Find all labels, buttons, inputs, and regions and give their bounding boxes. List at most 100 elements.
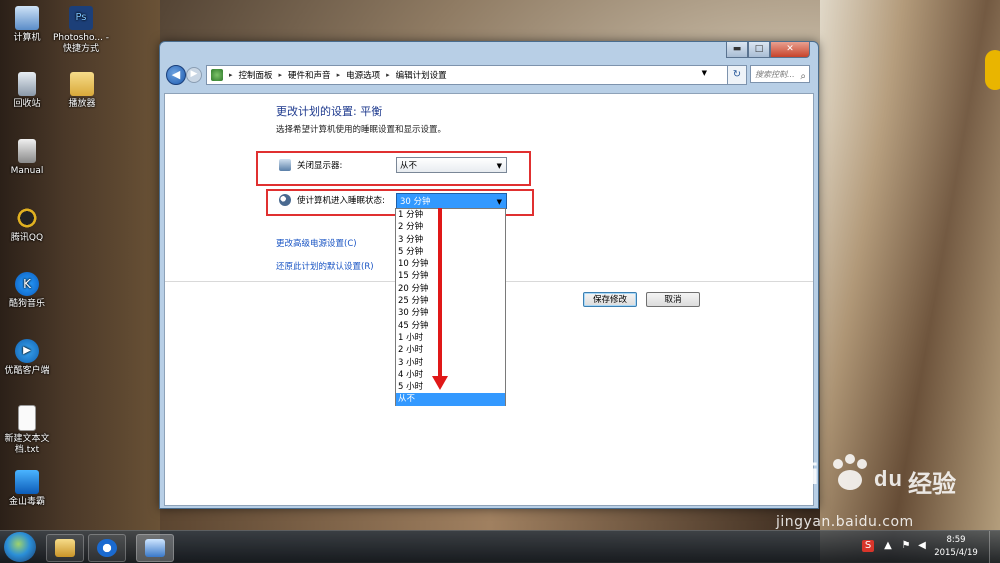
sleep-row: 使计算机进入睡眠状态: xyxy=(279,194,385,206)
sleep-option[interactable]: 5 分钟 xyxy=(396,246,505,258)
advanced-power-settings-link[interactable]: 更改高级电源设置(C) xyxy=(276,237,357,249)
cancel-button[interactable]: 取消 xyxy=(646,292,700,307)
chevron-right-icon: ▸ xyxy=(229,71,233,79)
display-off-select[interactable]: 从不 ▼ xyxy=(396,157,507,173)
sogou-input-icon[interactable]: S xyxy=(862,540,874,552)
breadcrumb-hardware-sound[interactable]: 硬件和声音 xyxy=(288,69,331,81)
navigation-bar: ◀ ▶ ▸ 控制面板 ▸ 硬件和声音 ▸ 电源选项 ▸ 编辑计划设置 ▼ ↻ 搜… xyxy=(166,64,812,86)
sleep-option[interactable]: 2 小时 xyxy=(396,344,505,356)
desktop-icon-label: 计算机 xyxy=(13,33,41,43)
taskbar-control-panel[interactable] xyxy=(136,534,174,562)
sleep-option[interactable]: 45 分钟 xyxy=(396,320,505,332)
address-bar[interactable]: ▸ 控制面板 ▸ 硬件和声音 ▸ 电源选项 ▸ 编辑计划设置 ▼ xyxy=(206,65,728,85)
sleep-option[interactable]: 5 小时 xyxy=(396,381,505,393)
moon-icon xyxy=(279,194,291,206)
text-file-icon xyxy=(18,405,36,431)
minimize-button[interactable]: ▬ xyxy=(726,42,748,58)
desktop-background-accent xyxy=(985,50,1000,90)
chevron-right-icon: ▸ xyxy=(278,71,283,79)
desktop-icon-duba[interactable]: 金山毒霸 xyxy=(0,470,57,508)
sleep-option[interactable]: 4 小时 xyxy=(396,369,505,381)
chevron-down-icon[interactable]: ▼ xyxy=(702,69,707,77)
taskbar-sogou[interactable] xyxy=(88,534,126,562)
display-off-label: 关闭显示器: xyxy=(297,161,343,171)
duba-icon xyxy=(15,470,39,494)
computer-icon xyxy=(15,6,39,30)
chevron-down-icon: ▼ xyxy=(496,162,502,170)
save-changes-button[interactable]: 保存修改 xyxy=(583,292,637,307)
breadcrumb-edit-plan[interactable]: 编辑计划设置 xyxy=(396,69,447,81)
clock-date: 2015/4/19 xyxy=(934,548,978,558)
clock-time: 8:59 xyxy=(946,535,966,545)
page-title: 更改计划的设置: 平衡 xyxy=(276,105,383,118)
desktop-icon-label: 腾讯QQ xyxy=(10,233,44,243)
sleep-value: 30 分钟 xyxy=(400,197,431,207)
monitor-icon xyxy=(279,159,291,171)
sleep-option[interactable]: 30 分钟 xyxy=(396,307,505,319)
desktop-icon-qq[interactable]: 腾讯QQ xyxy=(0,206,57,244)
watermark-url: jingyan.baidu.com xyxy=(776,514,914,530)
baidu-jingyan-watermark: Bai du 经验 jingyan.baidu.com xyxy=(770,454,995,530)
sleep-option[interactable]: 15 分钟 xyxy=(396,270,505,282)
watermark-logo-text: Bai xyxy=(770,458,820,491)
desktop-icon-youku[interactable]: ▶ 优酷客户端 xyxy=(0,339,57,377)
desktop-icon-label: 回收站 xyxy=(13,99,41,109)
watermark-cn-text: 经验 xyxy=(908,470,956,498)
photoshop-icon: Ps xyxy=(69,6,93,30)
sleep-option[interactable]: 3 小时 xyxy=(396,357,505,369)
sleep-option[interactable]: 1 分钟 xyxy=(396,209,505,221)
desktop-icon-recycle-bin[interactable]: 回收站 xyxy=(0,72,57,110)
control-panel-icon xyxy=(211,69,223,81)
sleep-option[interactable]: 10 分钟 xyxy=(396,258,505,270)
sleep-option[interactable]: 1 小时 xyxy=(396,332,505,344)
desktop-icon-manual[interactable]: Manual xyxy=(0,139,57,177)
sogou-icon xyxy=(97,539,117,557)
chevron-up-icon[interactable]: ▲ xyxy=(882,540,894,552)
window-controls: ▬ □ ✕ xyxy=(726,42,810,58)
desktop-icon-label: 优酷客户端 xyxy=(4,366,50,376)
annotation-arrow-shaft xyxy=(438,208,442,378)
desktop-icon-label: 新建文本文档.txt xyxy=(4,434,50,455)
desktop-icon-kugou[interactable]: K 酷狗音乐 xyxy=(0,272,57,310)
refresh-button[interactable]: ↻ xyxy=(727,65,747,85)
chevron-right-icon: ▸ xyxy=(336,71,341,79)
breadcrumb-power-options[interactable]: 电源选项 xyxy=(346,69,380,81)
sleep-select[interactable]: 30 分钟 ▼ xyxy=(396,193,507,209)
manual-icon xyxy=(18,139,36,163)
desktop-icon-text-file[interactable]: 新建文本文档.txt xyxy=(0,405,57,456)
show-desktop-button[interactable] xyxy=(989,531,1000,563)
youku-icon: ▶ xyxy=(15,339,39,363)
sleep-option[interactable]: 25 分钟 xyxy=(396,295,505,307)
search-icon: ⌕ xyxy=(800,71,806,82)
clock[interactable]: 8:59 2015/4/19 xyxy=(926,534,986,560)
desktop-icon-label: 播放器 xyxy=(68,99,96,109)
folder-icon xyxy=(55,539,75,557)
desktop-icon-label: Photosho... - 快捷方式 xyxy=(52,33,110,54)
sleep-option[interactable]: 2 分钟 xyxy=(396,221,505,233)
desktop-icon-computer[interactable]: 计算机 xyxy=(0,6,57,44)
action-center-icon[interactable]: ⚑ xyxy=(900,540,912,552)
start-button[interactable] xyxy=(4,532,36,562)
search-input[interactable]: 搜索控制... ⌕ xyxy=(750,65,810,83)
display-off-value: 从不 xyxy=(400,161,418,171)
sleep-option[interactable]: 3 分钟 xyxy=(396,234,505,246)
paw-icon xyxy=(833,454,867,490)
taskbar: S ▲ ⚑ ◀ 8:59 2015/4/19 xyxy=(0,530,1000,563)
desktop-icon-photoshop[interactable]: Ps Photosho... - 快捷方式 xyxy=(52,6,110,55)
display-off-row: 关闭显示器: xyxy=(279,159,342,171)
back-button[interactable]: ◀ xyxy=(166,65,186,85)
desktop-icon-label: Manual xyxy=(10,166,44,176)
forward-button[interactable]: ▶ xyxy=(186,67,202,83)
arrow-down-icon xyxy=(432,376,448,390)
close-button[interactable]: ✕ xyxy=(770,42,810,58)
restore-defaults-link[interactable]: 还原此计划的默认设置(R) xyxy=(276,260,374,272)
sleep-label: 使计算机进入睡眠状态: xyxy=(297,196,385,206)
breadcrumb-control-panel[interactable]: 控制面板 xyxy=(239,69,273,81)
recycle-bin-icon xyxy=(18,72,36,96)
maximize-button[interactable]: □ xyxy=(748,42,770,58)
page-subtitle: 选择希望计算机使用的睡眠设置和显示设置。 xyxy=(276,125,447,135)
taskbar-explorer[interactable] xyxy=(46,534,84,562)
sleep-option[interactable]: 20 分钟 xyxy=(396,283,505,295)
desktop-icon-player[interactable]: 播放器 xyxy=(52,72,112,110)
sleep-option-never[interactable]: 从不 xyxy=(396,393,505,406)
